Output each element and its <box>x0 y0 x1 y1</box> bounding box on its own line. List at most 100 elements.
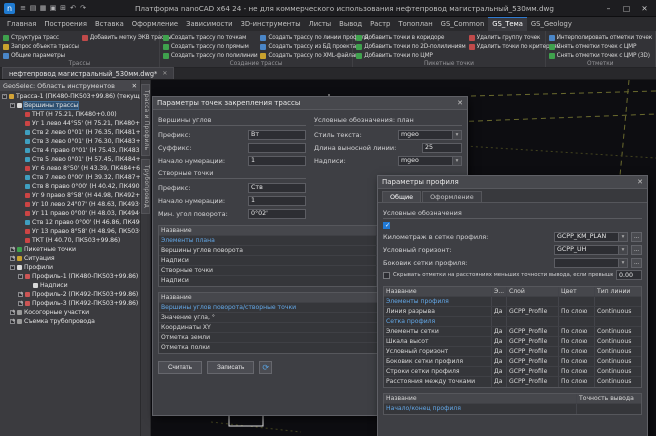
dialog-tab[interactable]: Общие <box>382 191 421 202</box>
tree-item[interactable]: Уг 11 право 0°00' (Н 48.03, ПК494+14.75) <box>0 209 140 218</box>
table-row[interactable]: Линия разрыва Да GCPP_Profile По слою Co… <box>384 307 641 317</box>
field-combo[interactable]: GCPP_UH <box>554 245 628 255</box>
print-icon[interactable]: ⊞ <box>58 3 68 14</box>
tree-item[interactable]: Ств 8 право 0°00' (Н 40.42, ПК490+40.69) <box>0 182 140 191</box>
tree-item[interactable]: - Профили <box>0 263 140 272</box>
ribbon-button[interactable]: Добавить точки в коридоре <box>356 33 465 42</box>
open-folder-icon[interactable]: ▦ <box>38 3 48 14</box>
table-row[interactable]: Шкала высот Да GCPP_Profile По слою Cont… <box>384 337 641 347</box>
ribbon-tab[interactable]: Оформление <box>128 17 182 31</box>
tree-item[interactable]: + Профиль-2 (ПК492-ПК503+99.86) <box>0 290 140 299</box>
tree-item[interactable]: ТНТ (Н 75.21, ПК480+0.00) <box>0 110 140 119</box>
browse-button[interactable]: ... <box>631 232 642 242</box>
tree-expander-icon[interactable]: - <box>2 94 7 99</box>
tree-item[interactable]: Ств 2 лево 0°01' (Н 76.35, ПК481+28.33) <box>0 128 140 137</box>
browse-button[interactable]: ... <box>631 245 642 255</box>
ribbon-button[interactable]: Создать трассу по точкам <box>163 33 258 42</box>
labels-style-combo[interactable]: mgeo <box>398 156 462 166</box>
tab-close-icon[interactable]: ✕ <box>162 70 167 77</box>
close-button[interactable]: ✕ <box>637 4 652 13</box>
ribbon-button[interactable]: Создать трассу по линии профиля <box>260 33 368 42</box>
tree-expander-icon[interactable]: - <box>10 103 15 108</box>
tree-item[interactable]: - Вершины трассы <box>0 101 140 110</box>
table-row[interactable]: Сетка профиля <box>384 317 641 327</box>
vertical-panel-tab[interactable]: Трубопровод <box>141 159 150 214</box>
ribbon-tab[interactable]: Вывод <box>335 17 366 31</box>
ribbon-tab[interactable]: Листы <box>305 17 336 31</box>
hide-marks-checkbox[interactable] <box>383 272 390 279</box>
tree-expander-icon[interactable]: + <box>10 319 15 324</box>
tree-item[interactable]: Уг 6 лево 8°50' (Н 43.39, ПК484+69.62) <box>0 164 140 173</box>
ribbon-button[interactable]: Создать трассу по полилинии <box>163 51 258 60</box>
field-combo[interactable]: GCPP_KM_PLAN <box>554 232 628 242</box>
tree-expander-icon[interactable]: + <box>10 256 15 261</box>
tree-item[interactable]: Надписи <box>0 281 140 290</box>
tree-item[interactable]: Уг 9 право 8°58' (Н 44.98, ПК492+43.76) <box>0 191 140 200</box>
ribbon-tab[interactable]: GS_Geology <box>527 17 576 31</box>
ribbon-tab[interactable]: Построения <box>40 17 91 31</box>
ribbon-tab[interactable]: Топоплан <box>394 17 436 31</box>
vertex-prefix-input[interactable]: Вт <box>248 130 306 140</box>
tree-item[interactable]: Уг 13 право 8°58' (Н 48.96, ПК503+59.72) <box>0 227 140 236</box>
save-icon[interactable]: ▣ <box>48 3 58 14</box>
dialog-title-bar[interactable]: Параметры точек закрепления трассы ✕ <box>153 97 467 110</box>
vertex-numbering-input[interactable]: 1 <box>248 156 306 166</box>
dialog-close-icon[interactable]: ✕ <box>637 178 643 186</box>
ribbon-button[interactable]: Добавить точки по 2D-полилиниям <box>356 42 465 51</box>
tree-item[interactable]: + Профиль-3 (ПК492-ПК503+99.86) <box>0 299 140 308</box>
table-row[interactable]: Элементы сетки Да GCPP_Profile По слою C… <box>384 327 641 337</box>
tree-item[interactable]: - Профиль-1 (ПК480-ПК503+99.86) <box>0 272 140 281</box>
align-prefix-input[interactable]: Ств <box>248 183 306 193</box>
table-row[interactable]: Боковик сетки профиля Да GCPP_Profile По… <box>384 357 641 367</box>
tree-item[interactable]: Ств 7 лево 0°00' (Н 39.32, ПК487+80.97) <box>0 173 140 182</box>
table-row[interactable]: Элементы профиля <box>384 297 641 307</box>
write-button[interactable]: Записать <box>207 361 254 374</box>
tree-expander-icon[interactable]: + <box>10 247 15 252</box>
field-combo[interactable] <box>554 258 628 268</box>
ribbon-tab[interactable]: Растр <box>366 17 394 31</box>
ribbon-tab[interactable]: GS_Common <box>437 17 489 31</box>
hide-marks-threshold-input[interactable]: 0.00 <box>616 270 642 280</box>
tree-item[interactable]: Ств 5 лево 0°01' (Н 57.45, ПК484+39.34) <box>0 155 140 164</box>
tree-item[interactable]: Ств 3 лево 0°01' (Н 76.30, ПК483+31.52) <box>0 137 140 146</box>
min-angle-input[interactable]: 0°02' <box>248 209 306 219</box>
tree-expander-icon[interactable]: - <box>10 265 15 270</box>
ribbon-tab[interactable]: 3D-инструменты <box>237 17 305 31</box>
tree-item[interactable]: + Косогорные участки <box>0 308 140 317</box>
leader-length-input[interactable]: 25 <box>422 143 462 153</box>
minimize-button[interactable]: – <box>601 4 616 13</box>
tree-item[interactable]: + Пикетные точки <box>0 245 140 254</box>
table-row[interactable]: Условный горизонт Да GCPP_Profile По сло… <box>384 347 641 357</box>
browse-button[interactable]: ... <box>631 258 642 268</box>
ribbon-button[interactable]: Добавить точки по ЦМР <box>356 51 465 60</box>
dialog-title-bar[interactable]: Параметры профиля ✕ <box>378 176 647 189</box>
ribbon-button[interactable]: Добавить метку ЭКВ трассы <box>82 33 172 42</box>
new-file-icon[interactable]: ▤ <box>28 3 38 14</box>
tree-item[interactable]: Уг 1 лево 44°55' (Н 75.21, ПК480+76.37) <box>0 119 140 128</box>
align-numbering-input[interactable]: 1 <box>248 196 306 206</box>
tree-expander-icon[interactable]: + <box>18 301 23 306</box>
ribbon-button[interactable]: Интерполировать отметки точек <box>549 33 652 42</box>
maximize-button[interactable]: □ <box>619 4 634 13</box>
tree-item[interactable]: ТКТ (Н 40.70, ПК503+99.86) <box>0 236 140 245</box>
ribbon-button[interactable]: Снять отметки точек с ЦМР (3D) <box>549 51 652 60</box>
table-row[interactable]: Расстояния между точками Да GCPP_Profile… <box>384 377 641 387</box>
table-row[interactable]: Начало/конец профиля <box>384 404 641 414</box>
tree-item[interactable]: Уг 10 лево 24°07' (Н 48.63, ПК493+54.40) <box>0 200 140 209</box>
table-row[interactable]: Строки сетки профиля Да GCPP_Profile По … <box>384 367 641 377</box>
ribbon-button[interactable]: Создать трассу по прямым <box>163 42 258 51</box>
redo-icon[interactable]: ↷ <box>78 3 88 14</box>
ribbon-button[interactable]: Снять отметки точек с ЦМР <box>549 42 652 51</box>
undo-icon[interactable]: ↶ <box>68 3 78 14</box>
ribbon-tab[interactable]: GS_Тема <box>488 17 527 31</box>
symbols-enabled-checkbox[interactable] <box>383 222 390 229</box>
nanocad-logo-icon[interactable]: n <box>4 3 15 14</box>
ribbon-tab[interactable]: Зависимости <box>182 17 237 31</box>
ribbon-tab[interactable]: Вставка <box>91 17 128 31</box>
ribbon-tab[interactable]: Главная <box>3 17 40 31</box>
ribbon-button[interactable]: Запрос объекта трассы <box>3 42 79 51</box>
tree-expander-icon[interactable]: + <box>10 310 15 315</box>
ribbon-button[interactable]: Создать трассу из БД проекта <box>260 42 368 51</box>
read-button[interactable]: Считать <box>158 361 202 374</box>
tree-item[interactable]: Ств 4 право 0°01' (Н 75.43, ПК483+62.30) <box>0 146 140 155</box>
